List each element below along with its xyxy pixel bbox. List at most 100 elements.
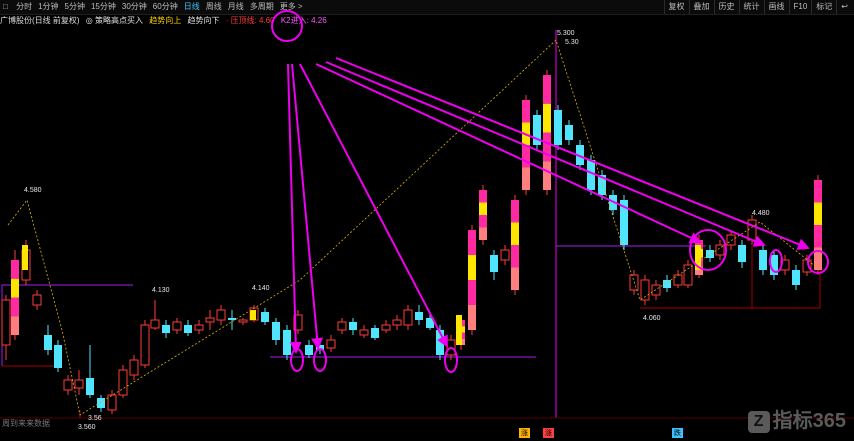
candle-body xyxy=(238,319,248,323)
candle-segment xyxy=(479,190,487,203)
candle-body xyxy=(359,329,369,336)
candle-body xyxy=(759,250,767,270)
candle-body xyxy=(272,322,280,340)
candle-body xyxy=(140,324,150,366)
candle-body xyxy=(673,274,683,286)
brand-text: 指标365 xyxy=(772,410,846,432)
candle-body xyxy=(205,317,215,323)
candle-body xyxy=(554,110,562,145)
candle-body xyxy=(792,270,800,285)
candle-body xyxy=(565,125,573,140)
candle-segment xyxy=(479,215,487,228)
annotation-arrow-5 xyxy=(335,57,810,250)
candle-body xyxy=(683,264,693,286)
candle-body xyxy=(118,369,128,396)
candle-26 xyxy=(283,325,291,360)
price-label-p9: 3.56 xyxy=(88,415,102,422)
candle-body xyxy=(490,255,498,272)
candle-segment xyxy=(543,103,551,133)
candle-segment xyxy=(11,316,19,335)
candle-segment xyxy=(814,202,822,225)
candle-body xyxy=(184,325,192,333)
candle-body xyxy=(107,394,117,411)
candle-body xyxy=(500,249,510,261)
candle-body xyxy=(802,259,812,273)
candle-body xyxy=(44,335,52,350)
candle-segment xyxy=(479,227,487,240)
candle-5 xyxy=(54,340,62,372)
candle-61 xyxy=(663,275,671,292)
candle-30 xyxy=(326,335,336,352)
candle-1 xyxy=(11,250,19,340)
candle-16 xyxy=(172,318,182,334)
candle-70 xyxy=(759,245,767,275)
candle-36 xyxy=(392,315,402,330)
candle-75 xyxy=(814,175,822,275)
yellow-bar-1 xyxy=(456,315,462,345)
candle-body xyxy=(726,234,736,246)
candle-segment xyxy=(11,260,19,279)
brand-logo-icon: Z xyxy=(747,410,770,433)
price-label-p1: 4.580 xyxy=(24,187,42,194)
candle-33 xyxy=(359,325,369,338)
candle-body xyxy=(162,325,170,333)
candle-65 xyxy=(706,245,714,262)
candle-7 xyxy=(74,370,84,395)
candle-body xyxy=(381,324,391,331)
candle-13 xyxy=(140,320,150,368)
candle-body xyxy=(283,330,291,355)
candle-12 xyxy=(129,355,139,380)
candle-body xyxy=(74,379,84,389)
candle-6 xyxy=(63,375,73,395)
annotation-arrow-1 xyxy=(291,63,324,350)
annotation-circle-0 xyxy=(271,10,303,42)
candle-22 xyxy=(238,318,248,325)
candle-8 xyxy=(86,345,94,398)
candle-20 xyxy=(216,305,226,325)
candle-body xyxy=(415,312,423,320)
candle-body xyxy=(261,312,269,322)
price-label-p8: 3.560 xyxy=(78,424,96,431)
candle-37 xyxy=(403,305,413,330)
yellow-bar-3 xyxy=(22,245,28,270)
price-label-p2: 4.130 xyxy=(152,287,170,294)
candle-25 xyxy=(272,318,280,345)
candle-body xyxy=(738,245,746,262)
candle-body xyxy=(403,309,413,326)
candle-17 xyxy=(184,320,192,336)
candle-47 xyxy=(511,195,519,295)
bottom-tag-3: 跌 xyxy=(672,428,683,438)
candle-21 xyxy=(228,310,236,330)
candle-segment xyxy=(543,132,551,162)
candle-62 xyxy=(673,270,683,288)
candle-73 xyxy=(792,265,800,290)
candle-52 xyxy=(565,120,573,145)
zigzag-trend-line xyxy=(7,39,821,416)
candle-body xyxy=(392,319,402,326)
candle-body xyxy=(129,359,139,376)
candle-body xyxy=(747,219,757,241)
price-label-p4: 5.300 xyxy=(557,30,575,37)
annotation-arrow-2 xyxy=(299,63,448,348)
candle-segment xyxy=(511,200,519,223)
candle-body xyxy=(150,319,160,329)
price-label-p5: 5.30 xyxy=(565,39,579,46)
candle-body xyxy=(86,378,94,395)
candle-body xyxy=(371,328,379,338)
candle-43 xyxy=(468,225,476,335)
data-footnote: 周到来来数据 xyxy=(2,419,50,428)
candle-segment xyxy=(468,280,476,305)
watermark-logo: Z 指标365 xyxy=(747,404,846,433)
candle-segment xyxy=(522,100,530,123)
candle-51 xyxy=(554,105,562,150)
candle-11 xyxy=(118,365,128,398)
price-label-p3: 4.140 xyxy=(252,285,270,292)
candle-body xyxy=(651,284,661,296)
kline-chart[interactable]: 4.580 4.130 4.140 5.300 5.30 4.480 4.060 3.560 3… xyxy=(0,0,854,441)
resistance-line-left xyxy=(1,284,133,366)
candle-segment xyxy=(479,202,487,215)
candle-body xyxy=(172,321,182,331)
candle-3 xyxy=(32,290,42,310)
candle-18 xyxy=(194,320,204,334)
candle-segment xyxy=(543,75,551,104)
